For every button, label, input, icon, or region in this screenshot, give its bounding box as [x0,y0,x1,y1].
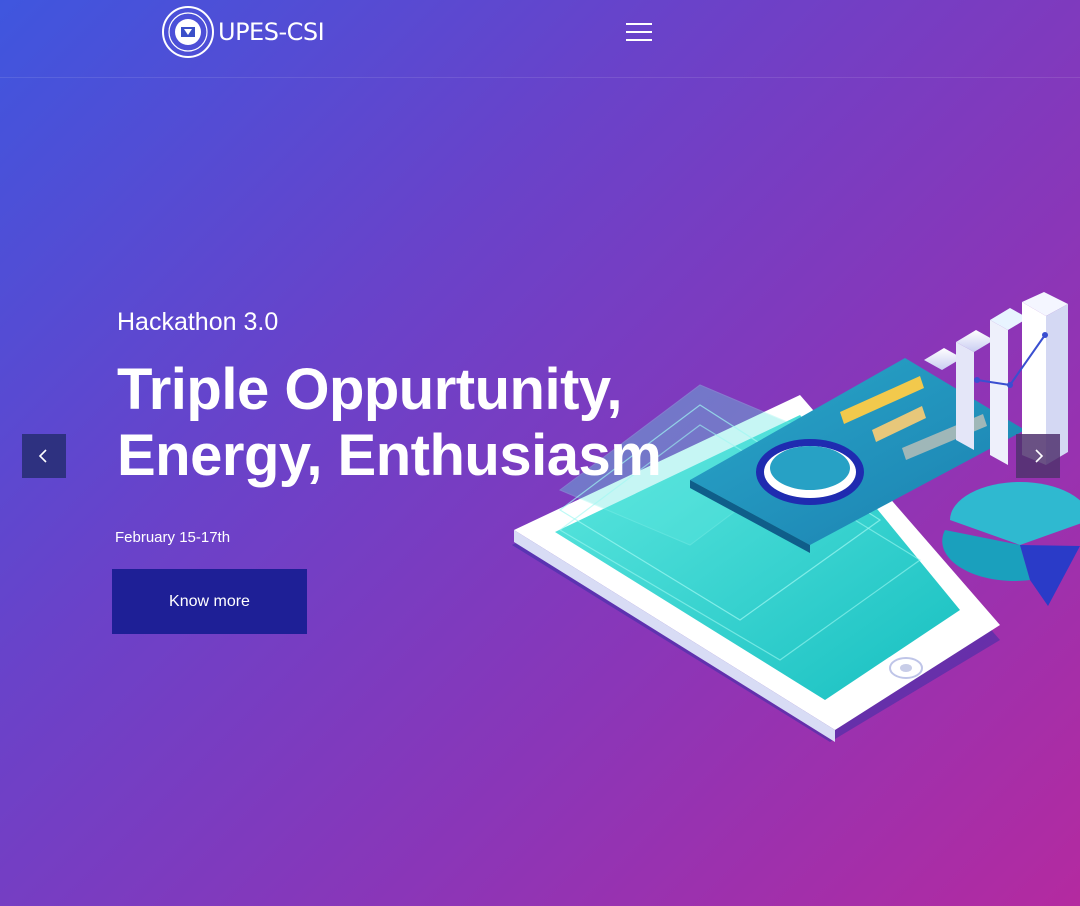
hero-headline: Triple Oppurtunity, Energy, Enthusiasm [117,357,737,489]
csi-seal-logo [162,6,214,58]
hero-subtitle: Hackathon 3.0 [117,308,279,336]
carousel-next-button[interactable] [1016,434,1060,478]
hamburger-menu-icon[interactable] [624,20,654,44]
top-navbar: UPES-CSI [0,0,1080,78]
hero-headline-line1: Triple Oppurtunity, [117,357,622,422]
hero-headline-line2: Energy, Enthusiasm [117,423,662,488]
chevron-right-icon [1035,449,1044,463]
carousel-prev-button[interactable] [22,434,66,478]
hero-page: UPES-CSI Hackathon 3.0 Triple Oppurtunit… [0,0,1080,906]
know-more-button[interactable]: Know more [112,569,307,634]
brand-logo[interactable]: UPES-CSI [161,4,325,60]
event-date: February 15-17th [115,529,231,546]
brand-name: UPES-CSI [218,18,325,46]
chevron-left-icon [38,449,47,463]
